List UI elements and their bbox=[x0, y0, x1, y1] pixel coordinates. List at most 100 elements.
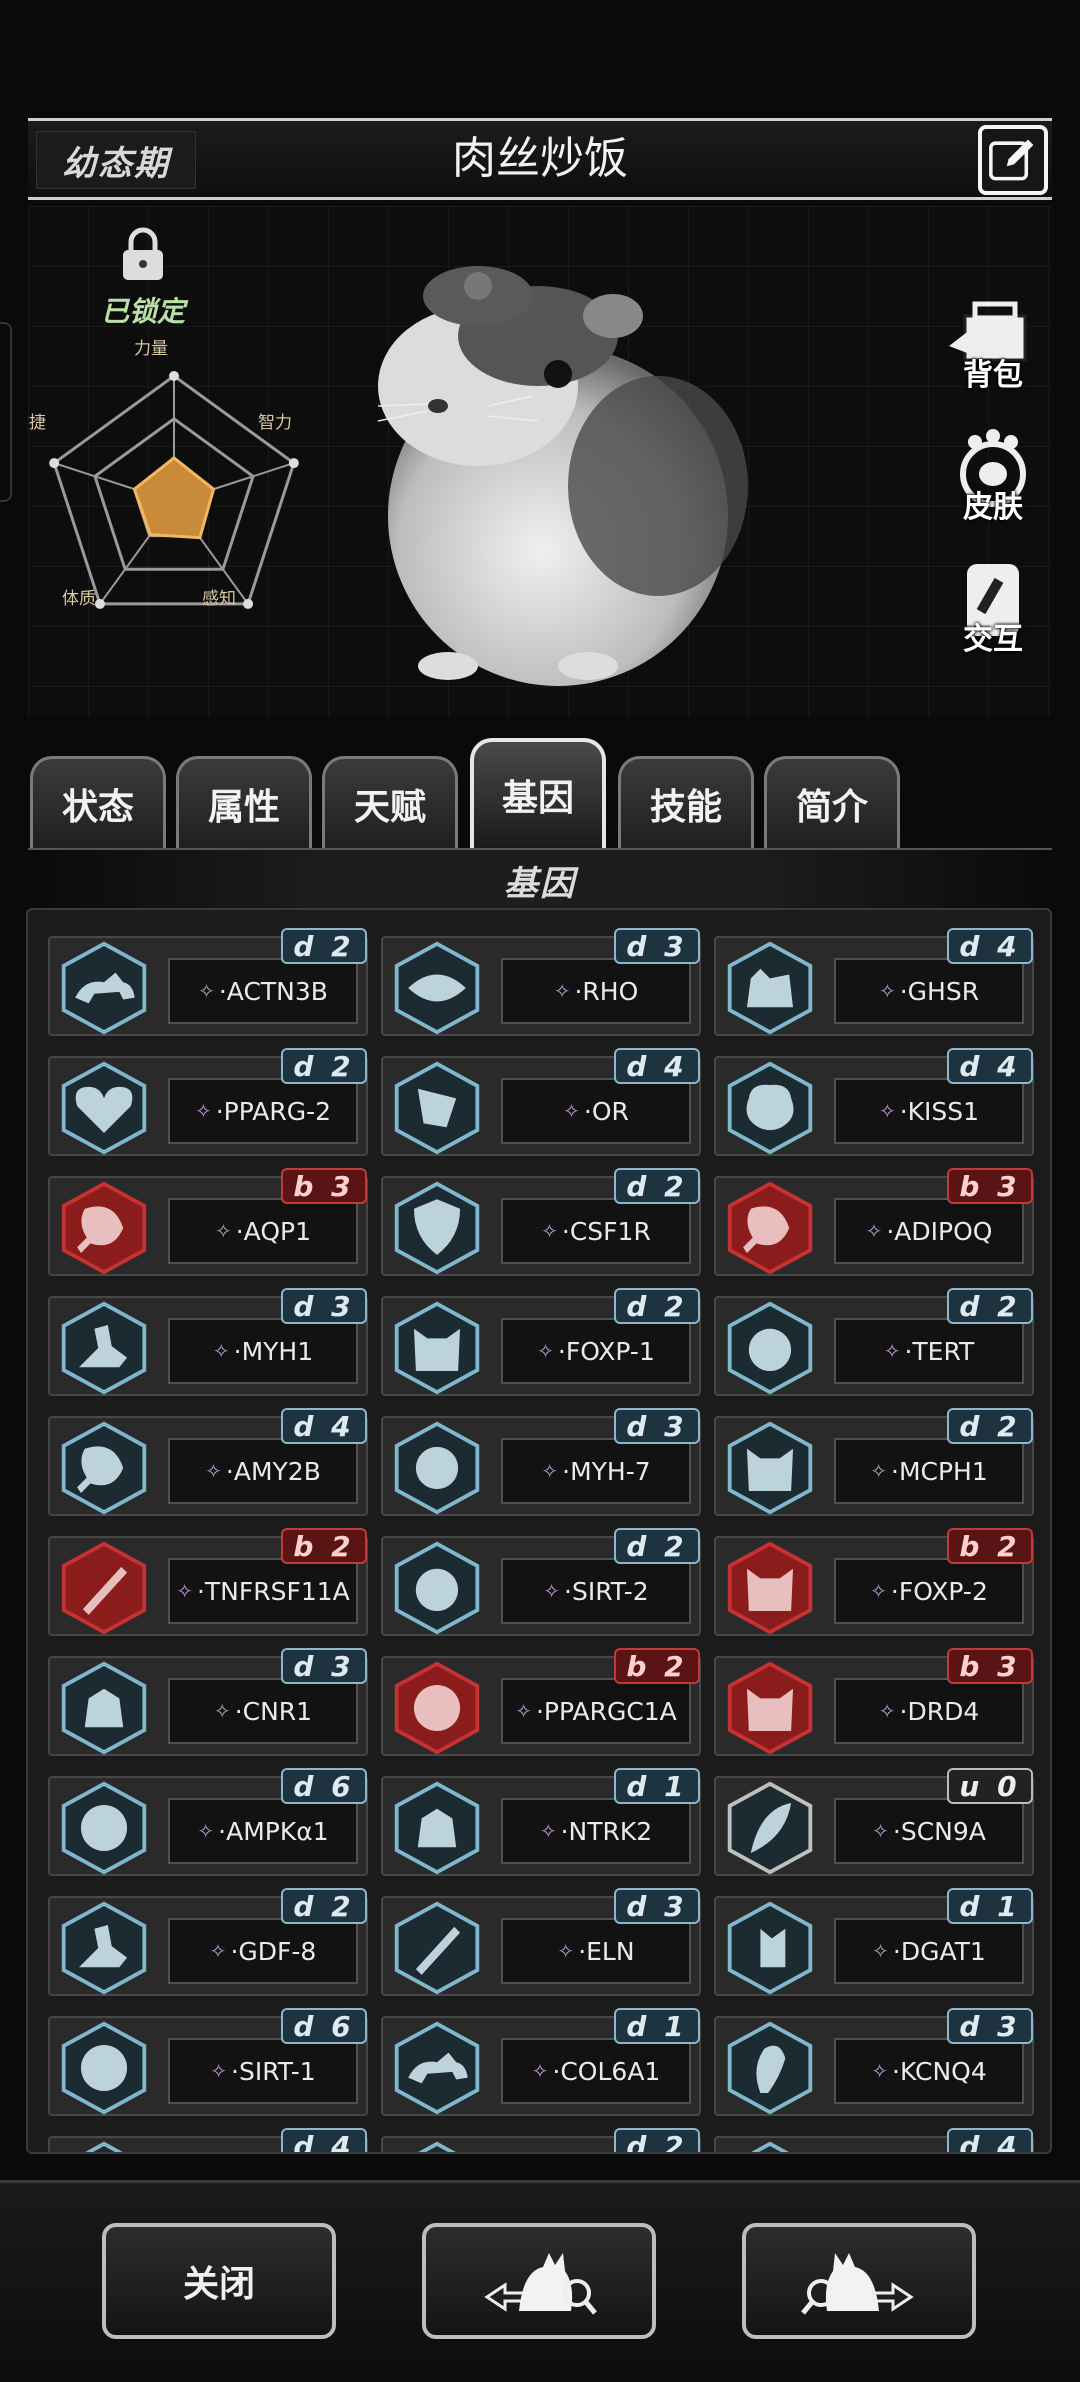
gene-card[interactable]: ✧ ·SCN9A u 0 bbox=[708, 1764, 1041, 1884]
gene-name-text: ·KCNQ4 bbox=[892, 2056, 987, 2086]
gene-card[interactable]: ✧ ·CNR1 d 3 bbox=[42, 1644, 375, 1764]
gene-card[interactable]: ✧ ·MYH1 d 3 bbox=[42, 1284, 375, 1404]
arm-icon bbox=[54, 1900, 154, 1996]
gene-name-text: ·PPARG-2 bbox=[215, 1096, 332, 1126]
brain-icon bbox=[720, 1060, 820, 1156]
edit-name-button[interactable] bbox=[978, 125, 1048, 195]
next-pet-button[interactable] bbox=[742, 2223, 976, 2339]
gene-name: ✧ ·TERT bbox=[834, 1318, 1024, 1384]
gene-card[interactable]: ✧ ·KISS1 d 4 bbox=[708, 1044, 1041, 1164]
gene-grade-badge: b 2 bbox=[947, 1528, 1033, 1564]
gene-name-text: ·MYH1 bbox=[233, 1336, 314, 1366]
bottom-action-bar: 关闭 bbox=[0, 2180, 1080, 2382]
dna-icon: ✧ bbox=[212, 1339, 230, 1363]
skin-button[interactable]: 皮肤 bbox=[940, 428, 1046, 526]
gene-card[interactable]: ✧ ·NTRK2 d 1 bbox=[375, 1764, 708, 1884]
gene-card[interactable]: ✧ ·PPARG-2 d 2 bbox=[42, 1044, 375, 1164]
gene-list-panel[interactable]: ✧ ·ACTN3B d 2 ✧ ·RHO d 3 ✧ ·GHSR d 4 ✧ ·… bbox=[26, 908, 1052, 2154]
tab-skills[interactable]: 技能 bbox=[618, 756, 754, 848]
gene-name-text: ·AQP1 bbox=[235, 1216, 312, 1246]
gene-name-text: ·TERT bbox=[904, 1336, 975, 1366]
gene-card[interactable]: ✧ ·AMY2B d 4 bbox=[42, 1404, 375, 1524]
tab-talents[interactable]: 天赋 bbox=[322, 756, 458, 848]
gene-card[interactable]: ✧ ·DRD4 b 3 bbox=[708, 1644, 1041, 1764]
gene-grade-badge: d 4 bbox=[947, 2128, 1033, 2152]
arm-icon bbox=[54, 1300, 154, 1396]
gene-card[interactable]: d 4 bbox=[42, 2124, 375, 2152]
gene-card[interactable]: ✧ ·PPARGC1A b 2 bbox=[375, 1644, 708, 1764]
pet-scene: 已锁定 力量 智力 感知 体质 敏捷 bbox=[28, 206, 1052, 716]
dna-icon: ✧ bbox=[194, 1099, 212, 1123]
tab-status[interactable]: 状态 bbox=[30, 756, 166, 848]
gene-name: ✧ ·DRD4 bbox=[834, 1678, 1024, 1744]
gene-card[interactable]: ✧ ·SIRT-2 d 2 bbox=[375, 1524, 708, 1644]
section-title: 基因 bbox=[504, 864, 576, 904]
gene-card[interactable]: ✧ ·GDF-8 d 2 bbox=[42, 1884, 375, 2004]
gene-card[interactable]: ✧ ·MYH-7 d 3 bbox=[375, 1404, 708, 1524]
gene-grade-badge: d 4 bbox=[614, 1048, 700, 1084]
gene-card[interactable]: ✧ ·AMPKα1 d 6 bbox=[42, 1764, 375, 1884]
gene-name-text: ·MYH-7 bbox=[562, 1456, 651, 1486]
gene-name-text: ·COL6A1 bbox=[552, 2056, 661, 2086]
gene-card[interactable]: ✧ ·MCPH1 d 2 bbox=[708, 1404, 1041, 1524]
cell-ring-icon bbox=[54, 1780, 154, 1876]
gene-grid: ✧ ·ACTN3B d 2 ✧ ·RHO d 3 ✧ ·GHSR d 4 ✧ ·… bbox=[42, 924, 1042, 2152]
gene-card[interactable]: d 4 bbox=[708, 2124, 1041, 2152]
tab-genes[interactable]: 基因 bbox=[470, 738, 606, 848]
gene-card[interactable]: ✧ ·ELN d 3 bbox=[375, 1884, 708, 2004]
bone-icon bbox=[387, 1900, 487, 1996]
gene-card[interactable]: ✧ ·COL6A1 d 1 bbox=[375, 2004, 708, 2124]
gene-card[interactable]: ✧ ·FOXP-2 b 2 bbox=[708, 1524, 1041, 1644]
gene-card[interactable]: ✧ ·KCNQ4 d 3 bbox=[708, 2004, 1041, 2124]
gene-name-text: ·MCPH1 bbox=[891, 1456, 988, 1486]
gene-card[interactable]: ✧ ·SIRT-1 d 6 bbox=[42, 2004, 375, 2124]
gene-name: ✧ ·GHSR bbox=[834, 958, 1024, 1024]
gene-card[interactable]: ✧ ·RHO d 3 bbox=[375, 924, 708, 1044]
gene-name: ✧ ·DGAT1 bbox=[834, 1918, 1024, 1984]
next-pet-search-icon bbox=[801, 2253, 914, 2315]
lock-toggle[interactable]: 已锁定 bbox=[68, 224, 218, 330]
gene-card[interactable]: ✧ ·GHSR d 4 bbox=[708, 924, 1041, 1044]
gene-card[interactable]: ✧ ·FOXP-1 d 2 bbox=[375, 1284, 708, 1404]
tab-intro[interactable]: 简介 bbox=[764, 756, 900, 848]
interact-button[interactable]: 交互 bbox=[940, 560, 1046, 658]
gene-name-text: ·TNFRSF11A bbox=[196, 1576, 350, 1606]
close-button[interactable]: 关闭 bbox=[102, 2223, 336, 2339]
gene-card[interactable]: ✧ ·TERT d 2 bbox=[708, 1284, 1041, 1404]
gene-card[interactable]: ✧ ·OR d 4 bbox=[375, 1044, 708, 1164]
generic-icon bbox=[54, 2140, 154, 2152]
dna-icon: ✧ bbox=[531, 2059, 549, 2083]
dna-icon: ✧ bbox=[214, 1219, 232, 1243]
side-drawer-handle[interactable] bbox=[0, 322, 12, 502]
edit-icon bbox=[989, 139, 1034, 181]
gene-card[interactable]: ✧ ·CSF1R d 2 bbox=[375, 1164, 708, 1284]
gene-name-text: ·RHO bbox=[574, 976, 639, 1006]
gene-name-text: ·DRD4 bbox=[899, 1696, 980, 1726]
backpack-button[interactable]: 背包 bbox=[940, 296, 1046, 394]
gene-grade-badge: b 3 bbox=[947, 1168, 1033, 1204]
gene-grade-badge: d 1 bbox=[614, 1768, 700, 1804]
goat-icon bbox=[54, 1660, 154, 1756]
face-gauge-icon bbox=[387, 1540, 487, 1636]
cat-running-icon bbox=[54, 940, 154, 1036]
gene-card[interactable]: d 2 bbox=[375, 2124, 708, 2152]
dna-icon: ✧ bbox=[209, 1939, 227, 1963]
tab-attributes[interactable]: 属性 bbox=[176, 756, 312, 848]
lock-icon bbox=[123, 227, 163, 280]
radar-label-strength: 力量 bbox=[134, 339, 168, 359]
dna-icon: ✧ bbox=[871, 2059, 889, 2083]
radar-vertex bbox=[243, 598, 254, 609]
gene-name: ✧ ·SCN9A bbox=[834, 1798, 1024, 1864]
skin-label: 皮肤 bbox=[963, 490, 1023, 525]
gene-name: ✧ ·AMY2B bbox=[168, 1438, 358, 1504]
pet-name: 肉丝炒饭 bbox=[452, 133, 628, 184]
gene-name: ✧ ·CNR1 bbox=[168, 1678, 358, 1744]
previous-pet-button[interactable] bbox=[422, 2223, 656, 2339]
gene-card[interactable]: ✧ ·DGAT1 d 1 bbox=[708, 1884, 1041, 2004]
gene-card[interactable]: ✧ ·AQP1 b 3 bbox=[42, 1164, 375, 1284]
gene-card[interactable]: ✧ ·ACTN3B d 2 bbox=[42, 924, 375, 1044]
dna-icon: ✧ bbox=[213, 1699, 231, 1723]
gene-card[interactable]: ✧ ·ADIPOQ b 3 bbox=[708, 1164, 1041, 1284]
backpack-label: 背包 bbox=[963, 358, 1023, 393]
gene-card[interactable]: ✧ ·TNFRSF11A b 2 bbox=[42, 1524, 375, 1644]
